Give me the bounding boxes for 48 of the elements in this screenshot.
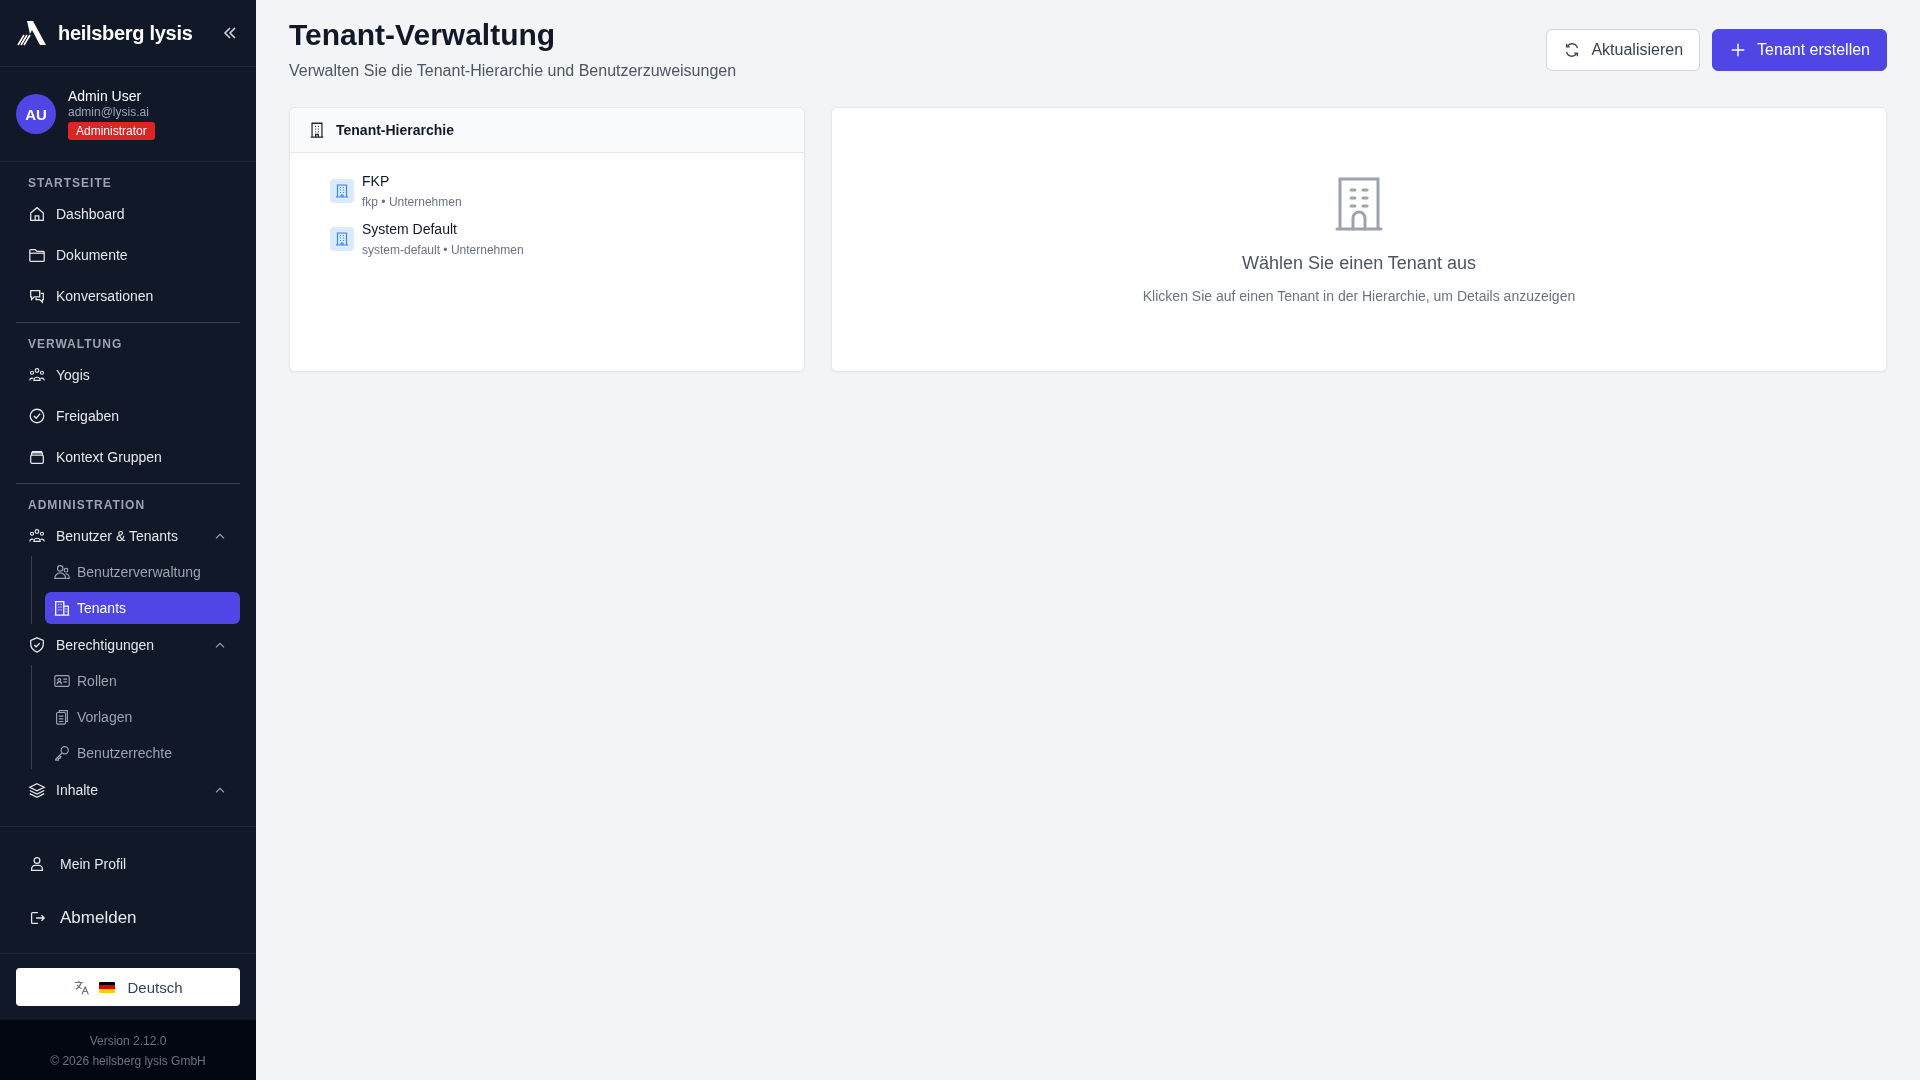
- page-subtitle: Verwalten Sie die Tenant-Hierarchie und Benutzerzuweisungen: [289, 62, 737, 80]
- nav-group[interactable]: Benutzer & Tenants: [16, 515, 240, 556]
- tenant-name: System Default: [362, 221, 458, 237]
- sub-nav-item[interactable]: Tenants: [45, 592, 240, 624]
- nav-item[interactable]: Freigaben: [16, 395, 240, 436]
- nav-item[interactable]: Dokumente: [16, 234, 240, 275]
- sub-nav-item[interactable]: Vorlagen: [45, 701, 240, 733]
- sub-nav-item[interactable]: Benutzerverwaltung: [45, 556, 240, 588]
- tenant-meta: fkp • Unternehmen: [362, 195, 462, 209]
- nav-group[interactable]: Berechtigungen: [16, 624, 240, 665]
- role-badge: Administrator: [68, 122, 155, 140]
- person-icon: [28, 855, 46, 873]
- translate-icon: [73, 978, 92, 996]
- account-link[interactable]: Mein Profil: [16, 837, 240, 891]
- logout-icon: [28, 909, 46, 927]
- nav-group[interactable]: Inhalte: [16, 769, 240, 810]
- page-title: Tenant-Verwaltung: [289, 18, 557, 52]
- nav-item[interactable]: Konversationen: [16, 275, 240, 316]
- empty-state-title: Wählen Sie einen Tenant aus: [1242, 253, 1476, 274]
- nav-item[interactable]: Dashboard: [16, 193, 240, 234]
- nav-item[interactable]: Yogis: [16, 354, 240, 395]
- copyright-text: © 2026 heilsberg lysis GmbH: [50, 1054, 206, 1068]
- sub-nav-item[interactable]: Rollen: [45, 665, 240, 697]
- section-heading: STARTSEITE: [27, 175, 113, 192]
- tenant-name: FKP: [362, 173, 391, 189]
- building-icon: [330, 179, 354, 203]
- section-heading: VERWALTUNG: [27, 336, 124, 353]
- version-text: Version 2.12.0: [89, 1034, 167, 1048]
- empty-state-text: Klicken Sie auf einen Tenant in der Hierarchie, um Details anzuzeigen: [1142, 288, 1576, 304]
- user-name: Admin User: [68, 88, 142, 104]
- refresh-button[interactable]: Aktualisieren: [1546, 29, 1701, 71]
- card-title: Tenant-Hierarchie: [336, 122, 454, 138]
- nav-item[interactable]: Kontext Gruppen: [16, 436, 240, 477]
- building-icon: [1335, 177, 1383, 231]
- logo-icon: [16, 19, 48, 47]
- flag-icon: [99, 981, 116, 993]
- create-button[interactable]: Tenant erstellen: [1712, 29, 1887, 71]
- sub-nav-item[interactable]: Benutzerrechte: [45, 737, 240, 769]
- building-icon: [330, 227, 354, 251]
- section-heading: ADMINISTRATION: [27, 497, 147, 514]
- language-button[interactable]: Deutsch: [16, 968, 240, 1006]
- avatar: AU: [16, 94, 56, 134]
- account-link[interactable]: Abmelden: [16, 891, 240, 945]
- tenant-item[interactable]: System Default system-default • Unternehmen: [330, 221, 764, 257]
- tenant-meta: system-default • Unternehmen: [362, 243, 524, 257]
- tenant-item[interactable]: FKP fkp • Unternehmen: [330, 173, 764, 209]
- user-email: admin@lysis.ai: [68, 105, 149, 119]
- brand-name: heilsberg lysis: [58, 21, 194, 45]
